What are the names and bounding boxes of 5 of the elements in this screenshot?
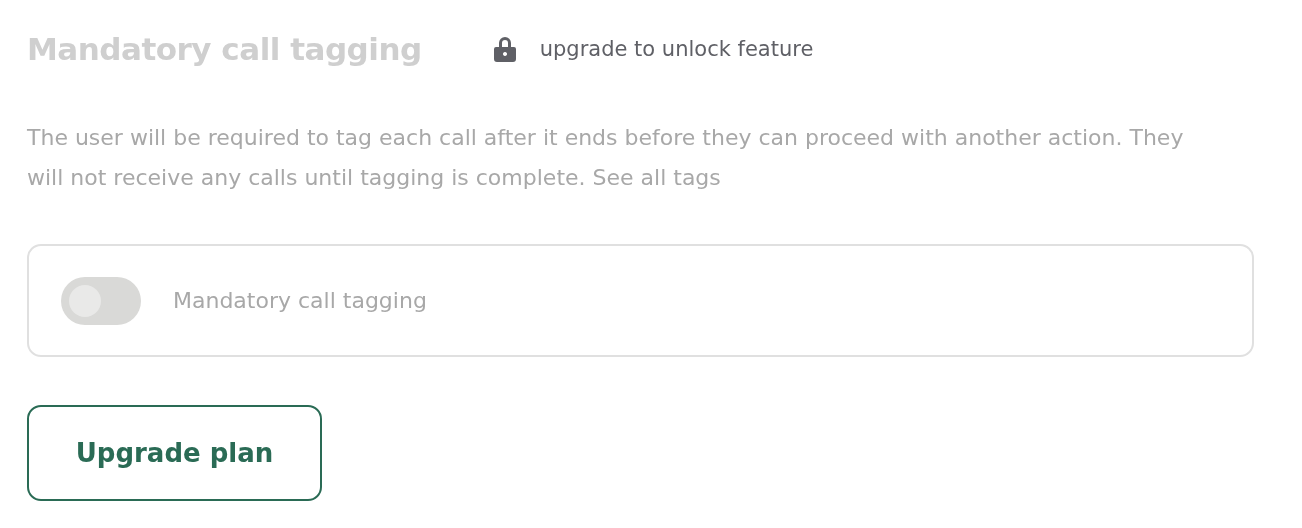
description-text: The user will be required to tag each call after it ends before they can proceed with another action. They will not receive any calls until tagging is complete. See all tags [27,124,1185,192]
upgrade-notice: upgrade to unlock feature [539,37,814,61]
toggle-label: Mandatory call tagging [173,288,427,313]
upgrade-plan-button[interactable]: Upgrade plan [27,405,322,501]
toggle-switch[interactable] [61,276,141,325]
